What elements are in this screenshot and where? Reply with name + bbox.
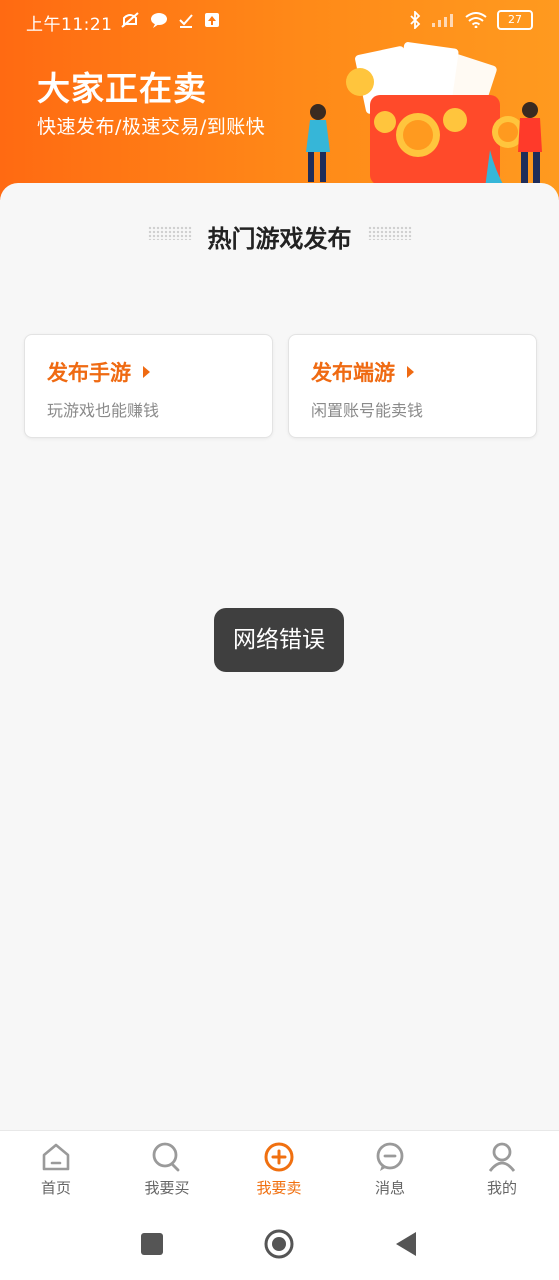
caret-right-icon xyxy=(407,366,414,378)
bluetooth-icon xyxy=(410,11,421,29)
wifi-icon xyxy=(465,12,487,28)
home-button[interactable] xyxy=(263,1228,295,1260)
search-icon xyxy=(152,1142,180,1172)
hero-title: 大家正在卖 xyxy=(37,69,207,108)
battery-indicator: 27 xyxy=(497,10,533,30)
publish-pc-game-card[interactable]: 发布端游 闲置账号能卖钱 xyxy=(288,334,537,438)
title-dots-right xyxy=(368,226,412,240)
system-navigation-bar xyxy=(0,1210,559,1280)
error-toast: 网络错误 xyxy=(214,608,344,672)
recent-apps-button[interactable] xyxy=(140,1232,164,1256)
tab-label: 首页 xyxy=(40,1179,71,1197)
tab-buy[interactable]: 我要买 xyxy=(117,1141,217,1198)
tab-messages[interactable]: 消息 xyxy=(340,1141,440,1198)
status-bar: 上午11:21 27 xyxy=(0,0,559,42)
card-title: 发布端游 xyxy=(311,361,395,385)
section-title: 热门游戏发布 xyxy=(207,225,352,253)
user-icon xyxy=(488,1142,516,1172)
caret-right-icon xyxy=(143,366,150,378)
chat-icon xyxy=(151,13,167,28)
plus-circle-icon xyxy=(264,1142,294,1172)
status-right-icons: 27 xyxy=(409,10,533,30)
tab-label: 我要卖 xyxy=(256,1179,302,1197)
publish-mobile-game-card[interactable]: 发布手游 玩游戏也能赚钱 xyxy=(24,334,273,438)
hero-subtitle: 快速发布/极速交易/到账快 xyxy=(37,116,266,138)
tab-label: 消息 xyxy=(374,1179,405,1197)
signal-icon xyxy=(432,14,453,27)
tab-profile[interactable]: 我的 xyxy=(452,1141,552,1198)
tab-label: 我的 xyxy=(486,1179,517,1197)
upload-icon xyxy=(205,13,219,27)
tab-sell[interactable]: 我要卖 xyxy=(229,1141,329,1198)
message-icon xyxy=(376,1142,404,1171)
tab-home[interactable]: 首页 xyxy=(6,1141,106,1198)
download-done-icon xyxy=(179,14,193,28)
back-button[interactable] xyxy=(394,1230,418,1258)
hero-banner: 上午11:21 27 大家正在卖 快速发布/极速交易/到账快 xyxy=(0,0,559,200)
bottom-tab-bar: 首页 我要买 我要卖 消息 我的 xyxy=(0,1130,559,1211)
home-icon xyxy=(42,1143,70,1171)
card-title: 发布手游 xyxy=(47,361,131,385)
status-left-icons xyxy=(120,11,220,29)
mute-icon xyxy=(121,12,139,28)
card-subtitle: 玩游戏也能赚钱 xyxy=(47,401,160,420)
card-subtitle: 闲置账号能卖钱 xyxy=(311,401,424,420)
status-time: 上午11:21 xyxy=(26,15,113,35)
tab-label: 我要买 xyxy=(144,1179,190,1197)
hero-illustration xyxy=(306,42,542,188)
